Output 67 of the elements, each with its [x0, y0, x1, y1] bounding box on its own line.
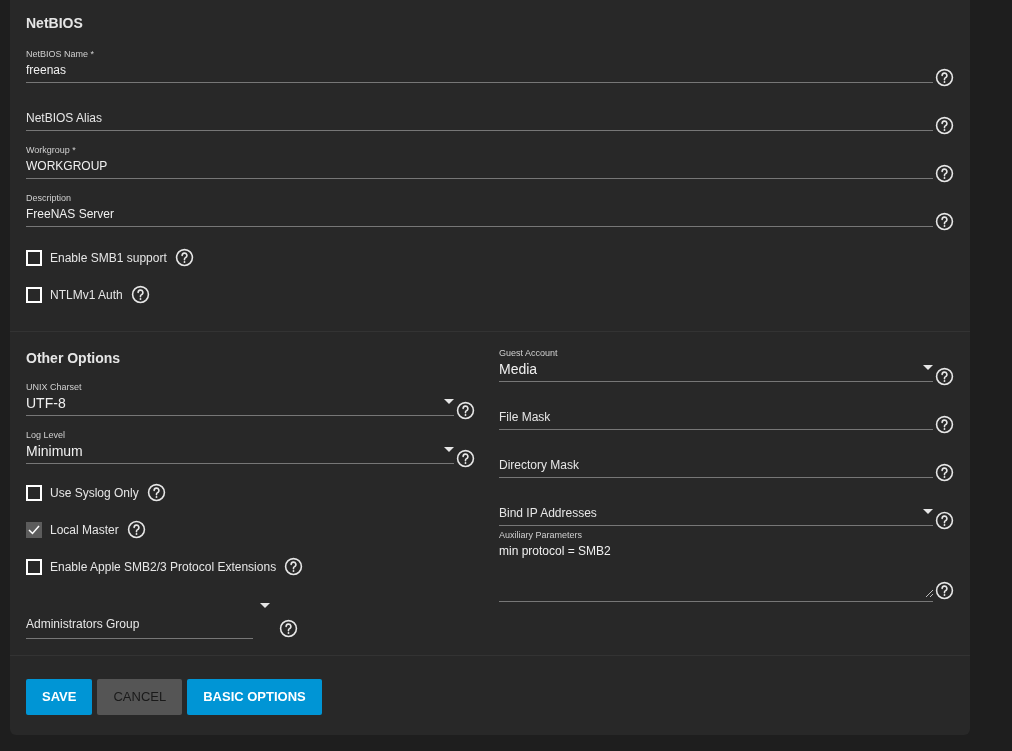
field-label: UNIX Charset	[26, 381, 83, 394]
help-icon[interactable]	[174, 248, 194, 267]
dropdown-field[interactable]: Bind IP Addresses	[499, 504, 933, 526]
help-icon[interactable]	[456, 449, 475, 468]
help-icon[interactable]	[935, 164, 954, 183]
caret-icon	[444, 447, 454, 452]
field-value: freenas	[26, 62, 68, 79]
help-icon[interactable]	[935, 511, 954, 530]
field-label: NetBIOS Name *	[26, 48, 96, 61]
help-icon[interactable]	[935, 463, 954, 482]
checkbox[interactable]	[26, 484, 42, 501]
checkbox[interactable]	[26, 249, 42, 266]
checkbox-label: Enable Apple SMB2/3 Protocol Extensions	[50, 558, 277, 576]
help-icon[interactable]	[935, 367, 954, 386]
dropdown-field[interactable]: UNIX Charset UTF-8	[26, 380, 454, 416]
checkbox[interactable]	[26, 286, 42, 303]
help-icon[interactable]	[284, 557, 304, 576]
checkbox-label: Local Master	[50, 521, 119, 539]
caret-icon	[260, 603, 270, 608]
text-area[interactable]: Auxiliary Parameters min protocol = SMB2	[499, 526, 933, 602]
field-label: Auxiliary Parameters	[499, 529, 584, 542]
help-icon[interactable]	[130, 285, 150, 304]
check-icon	[28, 524, 40, 535]
checkbox-label: Enable SMB1 support	[50, 249, 167, 267]
field-placeholder: Administrators Group	[26, 617, 140, 631]
field-value: FreeNAS Server	[26, 206, 116, 223]
input-field[interactable]: File Mask	[499, 408, 933, 430]
section-title: NetBIOS	[26, 14, 84, 33]
checkbox-label: NTLMv1 Auth	[50, 286, 123, 304]
help-icon[interactable]	[146, 483, 166, 502]
dropdown-field[interactable]: Guest Account Media	[499, 346, 933, 382]
field-placeholder: Bind IP Addresses	[499, 505, 598, 522]
field-value: Minimum	[26, 442, 84, 460]
resize-handle-icon[interactable]	[926, 590, 933, 597]
help-icon[interactable]	[935, 68, 954, 87]
field-value: min protocol = SMB2	[499, 543, 612, 560]
caret-icon	[923, 365, 933, 370]
field-placeholder: NetBIOS Alias	[26, 110, 104, 127]
field-value: Media	[499, 360, 539, 378]
input-field[interactable]: NetBIOS Name * freenas	[26, 47, 933, 83]
field-label: Guest Account	[499, 347, 559, 360]
field-label: Description	[26, 192, 73, 205]
section-title: Other Options	[26, 349, 122, 368]
dropdown-field[interactable]: Log Level Minimum	[26, 428, 454, 464]
checkbox-label: Use Syslog Only	[50, 484, 139, 502]
help-icon[interactable]	[935, 116, 954, 135]
field-value: WORKGROUP	[26, 158, 109, 175]
caret-icon	[923, 509, 933, 514]
help-icon[interactable]	[279, 619, 298, 638]
input-field[interactable]: Description FreeNAS Server	[26, 191, 933, 227]
field-placeholder: File Mask	[499, 409, 552, 426]
input-field[interactable]: NetBIOS Alias	[26, 109, 933, 131]
checkbox[interactable]	[26, 521, 42, 538]
field-label: Workgroup *	[26, 144, 77, 157]
field-label: Log Level	[26, 429, 67, 442]
field-value: UTF-8	[26, 394, 67, 412]
help-icon[interactable]	[935, 415, 954, 434]
help-icon[interactable]	[126, 520, 146, 539]
help-icon[interactable]	[456, 401, 475, 420]
caret-icon	[444, 399, 454, 404]
help-icon[interactable]	[935, 212, 954, 231]
field-placeholder: Directory Mask	[499, 457, 580, 474]
input-field[interactable]: Workgroup * WORKGROUP	[26, 143, 933, 179]
checkbox[interactable]	[26, 558, 42, 575]
input-field[interactable]: Directory Mask	[499, 456, 933, 478]
dropdown-field[interactable]: Administrators Group	[26, 611, 253, 639]
help-icon[interactable]	[935, 581, 954, 600]
